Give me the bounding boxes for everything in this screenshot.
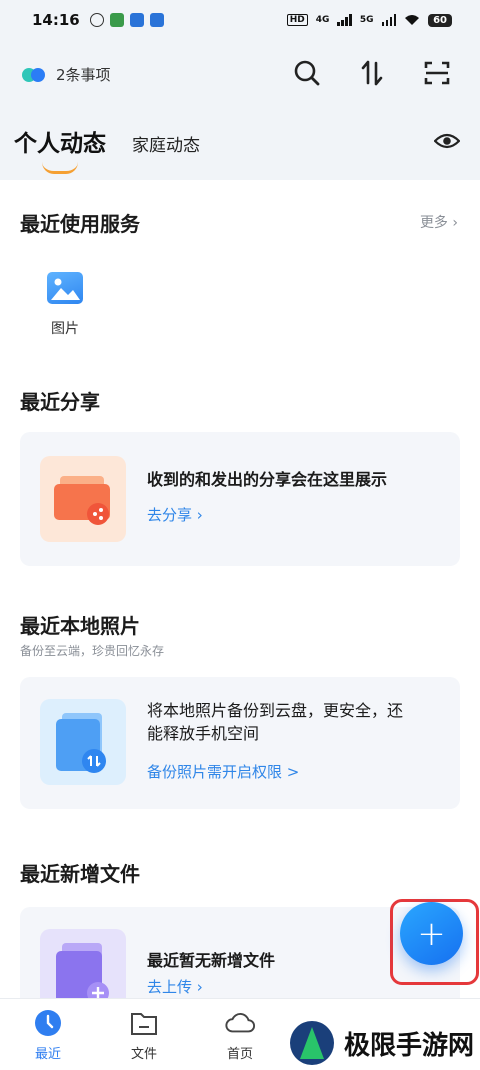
go-upload-link[interactable]: 去上传 › (147, 976, 203, 997)
status-bar: 14:16 HD 4G 5G 60 (0, 0, 480, 40)
clock-icon (32, 1007, 64, 1039)
nav-item-files[interactable]: 文件 (114, 1007, 174, 1062)
feed-content[interactable]: 最近使用服务 更多 › 图片 最近分享 收到的和发出的分享会在这里展示 去分享 … (0, 180, 480, 998)
watermark-logo-icon (290, 1021, 334, 1065)
backup-permission-link[interactable]: 备份照片需开启权限 > (147, 761, 299, 782)
new-files-bag-icon (40, 929, 126, 998)
todo-label: 2条事项 (56, 66, 111, 84)
nav-item-label: 文件 (130, 1047, 157, 1062)
hd-label: HD (286, 14, 308, 26)
chevron-right-icon: › (452, 215, 458, 231)
share-empty-message: 收到的和发出的分享会在这里展示 (147, 470, 388, 489)
backup-message-line1: 将本地照片备份到云盘，更安全，还 (147, 701, 404, 720)
watermark-text: 极限手游网 (340, 1024, 479, 1062)
signal-icon (381, 14, 397, 26)
wifi-icon (405, 15, 420, 25)
share-folder-icon (40, 456, 126, 542)
image-icon (47, 272, 83, 304)
todo-dots-icon (22, 67, 48, 82)
cloud-icon (224, 1007, 256, 1039)
more-label: 更多 (419, 215, 448, 231)
service-item-label: 图片 (51, 321, 79, 337)
go-share-link[interactable]: 去分享 › (147, 504, 203, 525)
new-files-message: 最近暂无新增文件 (147, 951, 276, 970)
active-tab-indicator (42, 162, 78, 174)
add-button[interactable]: + (400, 902, 463, 965)
notification-app-icon (109, 13, 124, 27)
signal-icon (337, 14, 352, 26)
local-photos-title: 最近本地照片 (20, 614, 140, 638)
photo-backup-card[interactable]: 将本地照片备份到云盘，更安全，还 能释放手机空间 备份照片需开启权限 > (20, 677, 460, 809)
battery-indicator: 60 (428, 13, 452, 27)
recent-services-title: 最近使用服务 (20, 212, 140, 236)
tab-personal[interactable]: 个人动态 (14, 124, 106, 174)
notification-app-icon (129, 13, 144, 27)
status-right: HD 4G 5G 60 (286, 13, 452, 27)
nav-item-label: 首页 (226, 1047, 253, 1062)
nav-item-recent[interactable]: 最近 (18, 1007, 78, 1062)
backup-album-icon (40, 699, 126, 785)
status-time: 14:16 (32, 11, 80, 29)
notification-app-icon (89, 13, 104, 27)
scan-icon[interactable] (422, 58, 452, 88)
share-empty-card[interactable]: 收到的和发出的分享会在这里展示 去分享 › (20, 432, 460, 566)
feed-tabs: 个人动态 家庭动态 (14, 124, 200, 174)
notification-icons (89, 13, 164, 27)
backup-message-line2: 能释放手机空间 (147, 724, 260, 743)
tab-personal-label: 个人动态 (14, 131, 106, 157)
eye-icon[interactable] (434, 128, 460, 154)
notification-app-icon (149, 13, 164, 27)
plus-icon: + (417, 913, 446, 954)
more-link[interactable]: 更多 › (420, 212, 458, 232)
todo-summary[interactable]: 2条事项 (22, 64, 111, 85)
5g-label: 5G (359, 15, 374, 25)
sort-icon[interactable] (357, 58, 387, 88)
new-files-title: 最近新增文件 (20, 862, 140, 886)
local-photos-subtitle: 备份至云端，珍贵回忆永存 (20, 644, 165, 658)
site-watermark: 极限手游网 (290, 1016, 480, 1070)
app-header: 2条事项 个人动态 家庭动态 (0, 40, 480, 180)
folder-icon (128, 1007, 160, 1039)
tab-family[interactable]: 家庭动态 (132, 131, 200, 156)
4g-label: 4G (315, 15, 330, 25)
search-icon[interactable] (292, 58, 322, 88)
nav-item-home[interactable]: 首页 (210, 1007, 270, 1062)
nav-item-label: 最近 (34, 1047, 61, 1062)
recent-share-title: 最近分享 (20, 390, 100, 414)
service-item-images[interactable]: 图片 (40, 272, 90, 338)
